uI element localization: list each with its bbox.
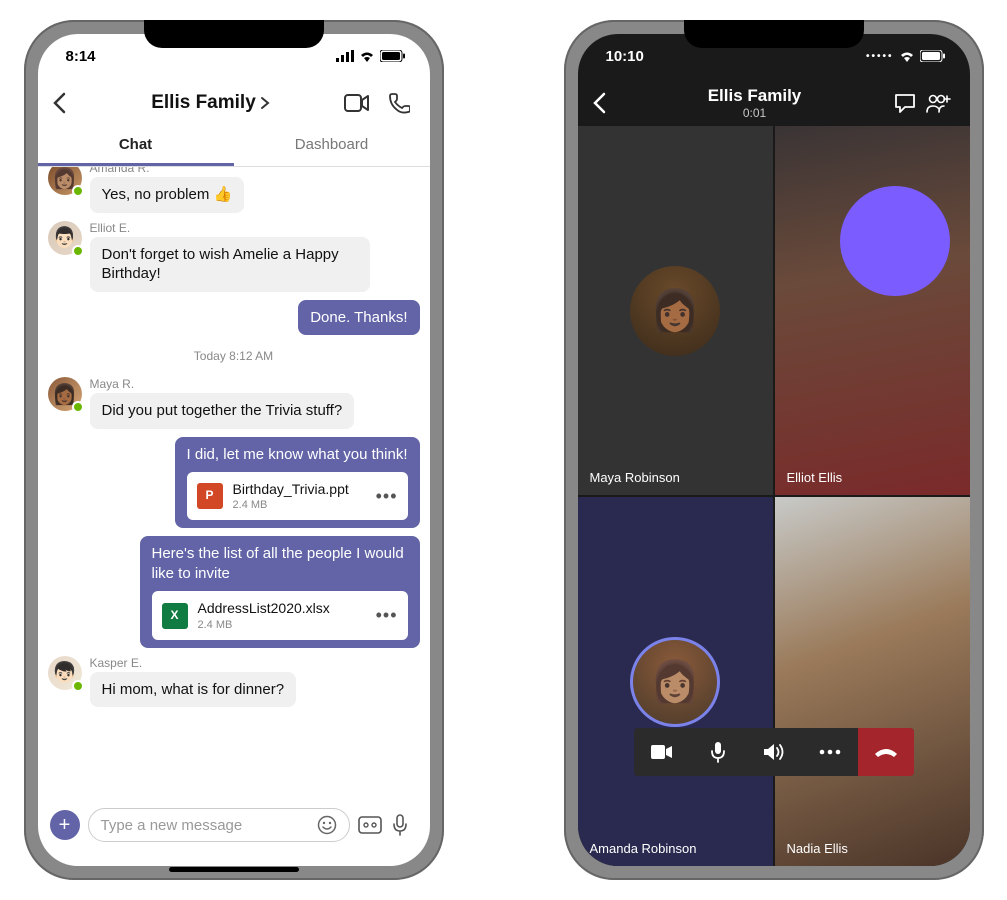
- message-list[interactable]: 👩🏽 Amanda R. Yes, no problem 👍 👨🏻 Elliot…: [38, 167, 430, 798]
- message-bubble[interactable]: Yes, no problem 👍: [90, 177, 245, 213]
- file-size: 2.4 MB: [198, 618, 366, 632]
- sender-name: Elliot E.: [90, 221, 370, 235]
- voice-message-icon[interactable]: [392, 814, 418, 836]
- toggle-mic-button[interactable]: [690, 728, 746, 776]
- message-bubble[interactable]: Here's the list of all the people I woul…: [140, 536, 420, 647]
- attachment-card[interactable]: X AddressList2020.xlsx 2.4 MB •••: [152, 591, 408, 639]
- presence-icon: [72, 185, 84, 197]
- avatar[interactable]: 👩🏽: [48, 167, 82, 195]
- presence-icon: [72, 680, 84, 692]
- video-button[interactable]: [340, 86, 374, 120]
- speaker-button[interactable]: [746, 728, 802, 776]
- composer: + Type a new message: [38, 798, 430, 866]
- sender-name: Amanda R.: [90, 167, 245, 175]
- message-row: Done. Thanks!: [48, 300, 420, 336]
- emoji-icon[interactable]: [317, 815, 337, 835]
- gif-camera-icon[interactable]: [358, 816, 384, 834]
- chevron-right-icon: [260, 96, 270, 110]
- message-row: I did, let me know what you think! P Bir…: [48, 437, 420, 529]
- file-name: Birthday_Trivia.ppt: [233, 480, 366, 498]
- participant-tile[interactable]: 👩🏾 Maya Robinson: [578, 126, 773, 495]
- message-bubble[interactable]: I did, let me know what you think! P Bir…: [175, 437, 420, 529]
- more-options-button[interactable]: [802, 728, 858, 776]
- message-row: Here's the list of all the people I woul…: [48, 536, 420, 647]
- call-header: Ellis Family 0:01: [578, 78, 970, 126]
- attachment-card[interactable]: P Birthday_Trivia.ppt 2.4 MB •••: [187, 472, 408, 520]
- notch: [684, 20, 864, 48]
- file-more-button[interactable]: •••: [376, 604, 398, 627]
- participant-name: Maya Robinson: [590, 470, 680, 485]
- wifi-icon: [899, 50, 915, 62]
- message-text: Here's the list of all the people I woul…: [152, 544, 408, 583]
- status-icons: [336, 50, 406, 62]
- participant-name: Elliot Ellis: [787, 470, 843, 485]
- action-indicator-icon: [840, 186, 950, 296]
- wifi-icon: [359, 50, 375, 62]
- notch: [144, 20, 324, 48]
- call-title: Ellis Family: [622, 86, 888, 106]
- message-bubble[interactable]: Did you put together the Trivia stuff?: [90, 393, 355, 429]
- message-placeholder: Type a new message: [101, 817, 243, 834]
- file-size: 2.4 MB: [233, 498, 366, 512]
- avatar[interactable]: 👩🏾: [48, 377, 82, 411]
- signal-dots-icon: •••••: [866, 51, 894, 62]
- file-name: AddressList2020.xlsx: [198, 599, 366, 617]
- home-indicator: [169, 867, 299, 872]
- open-chat-button[interactable]: [888, 86, 922, 120]
- participant-tile[interactable]: Nadia Ellis: [775, 497, 970, 866]
- chat-title[interactable]: Ellis Family: [90, 92, 332, 114]
- message-input[interactable]: Type a new message: [88, 808, 350, 842]
- tab-chat[interactable]: Chat: [38, 126, 234, 166]
- participant-tile[interactable]: Elliot Ellis: [775, 126, 970, 495]
- message-bubble[interactable]: Don't forget to wish Amelie a Happy Birt…: [90, 237, 370, 292]
- participant-tile[interactable]: 👩🏽 Amanda Robinson: [578, 497, 773, 866]
- powerpoint-icon: P: [197, 483, 223, 509]
- tabs: Chat Dashboard: [38, 126, 430, 167]
- phone-video-call: 10:10 ••••• Ellis Family 0:01: [564, 20, 984, 880]
- call-toolbar: [634, 728, 914, 776]
- excel-icon: X: [162, 603, 188, 629]
- battery-icon: [920, 50, 946, 62]
- message-bubble[interactable]: Done. Thanks!: [298, 300, 419, 336]
- status-icons: •••••: [866, 50, 946, 62]
- participant-name: Amanda Robinson: [590, 841, 697, 856]
- sender-name: Kasper E.: [90, 656, 297, 670]
- message-row: 👦🏻 Kasper E. Hi mom, what is for dinner?: [48, 656, 420, 708]
- message-bubble[interactable]: Hi mom, what is for dinner?: [90, 672, 297, 708]
- avatar: 👩🏽: [630, 637, 720, 727]
- message-row: 👩🏽 Amanda R. Yes, no problem 👍: [48, 167, 420, 213]
- call-timer: 0:01: [622, 106, 888, 120]
- status-time: 10:10: [606, 48, 666, 65]
- avatar[interactable]: 👦🏻: [48, 656, 82, 690]
- status-time: 8:14: [66, 48, 126, 65]
- toggle-camera-button[interactable]: [634, 728, 690, 776]
- chat-title-text: Ellis Family: [151, 92, 256, 114]
- back-button[interactable]: [592, 92, 622, 114]
- time-divider: Today 8:12 AM: [48, 349, 420, 363]
- participant-name: Nadia Ellis: [787, 841, 848, 856]
- message-row: 👩🏾 Maya R. Did you put together the Triv…: [48, 377, 420, 429]
- attach-plus-button[interactable]: +: [50, 810, 80, 840]
- hangup-button[interactable]: [858, 728, 914, 776]
- back-button[interactable]: [52, 92, 82, 114]
- message-text: I did, let me know what you think!: [187, 445, 408, 465]
- presence-icon: [72, 401, 84, 413]
- signal-icon: [336, 50, 354, 62]
- sender-name: Maya R.: [90, 377, 355, 391]
- video-feed: [775, 126, 970, 495]
- phone-chat: 8:14 Ellis Family: [24, 20, 444, 880]
- avatar[interactable]: 👨🏻: [48, 221, 82, 255]
- avatar: 👩🏾: [630, 266, 720, 356]
- tab-dashboard[interactable]: Dashboard: [234, 126, 430, 166]
- message-row: 👨🏻 Elliot E. Don't forget to wish Amelie…: [48, 221, 420, 292]
- audio-call-button[interactable]: [382, 86, 416, 120]
- add-participant-button[interactable]: [922, 86, 956, 120]
- video-feed: [775, 497, 970, 866]
- battery-icon: [380, 50, 406, 62]
- presence-icon: [72, 245, 84, 257]
- file-more-button[interactable]: •••: [376, 485, 398, 508]
- chat-header: Ellis Family: [38, 78, 430, 126]
